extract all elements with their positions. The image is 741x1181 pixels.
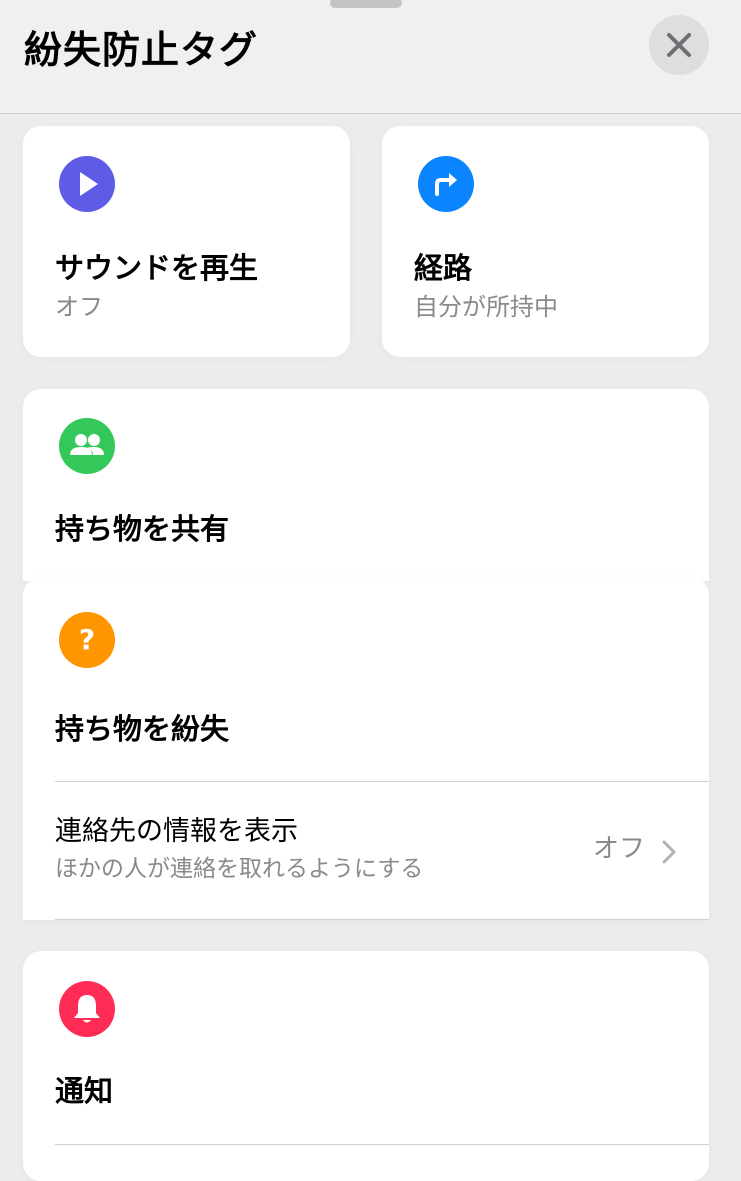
bell-icon	[59, 981, 115, 1037]
chevron-right-icon	[662, 840, 676, 864]
close-button[interactable]	[649, 15, 709, 75]
turn-right-arrow-icon	[418, 156, 474, 212]
lost-mode-title[interactable]: 持ち物を紛失	[55, 711, 229, 747]
directions-title: 経路	[414, 251, 473, 285]
page-title: 紛失防止タグ	[24, 28, 259, 72]
lost-mode-card: ? 持ち物を紛失 連絡先の情報を表示 ほかの人が連絡を取れるようにする オフ	[23, 577, 709, 920]
directions-card[interactable]: 経路 自分が所持中	[382, 126, 709, 357]
people-icon	[59, 418, 115, 474]
svg-text:?: ?	[79, 623, 95, 656]
share-item-card[interactable]: 持ち物を共有	[23, 389, 709, 581]
play-sound-title: サウンドを再生	[55, 251, 259, 285]
directions-status: 自分が所持中	[414, 293, 558, 321]
sheet-grabber[interactable]	[330, 0, 402, 8]
sheet-header: 紛失防止タグ	[0, 0, 741, 114]
share-item-title: 持ち物を共有	[55, 512, 230, 546]
divider	[55, 919, 709, 920]
question-mark-icon: ?	[59, 612, 115, 668]
notifications-card: 通知	[23, 951, 709, 1181]
divider	[55, 1144, 709, 1145]
play-icon	[59, 156, 115, 212]
close-icon	[667, 33, 691, 57]
play-sound-card[interactable]: サウンドを再生 オフ	[23, 126, 350, 357]
show-contact-info-title: 連絡先の情報を表示	[55, 816, 298, 847]
show-contact-info-value: オフ	[593, 834, 646, 864]
show-contact-info-subtitle: ほかの人が連絡を取れるようにする	[55, 856, 424, 882]
notifications-title[interactable]: 通知	[55, 1073, 113, 1109]
play-sound-status: オフ	[55, 293, 103, 321]
